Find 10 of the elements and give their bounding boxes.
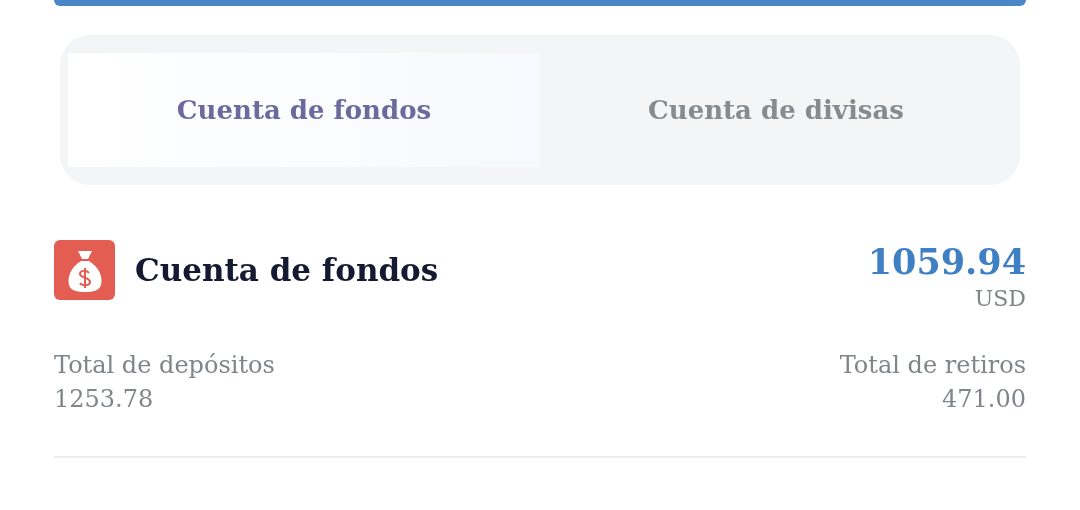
total-value: 471.00 [942, 384, 1026, 415]
total-label: Total de depósitos [54, 350, 275, 381]
currency-label: USD [974, 285, 1026, 313]
account-title: Cuenta de fondos [135, 250, 439, 290]
account-tab[interactable]: Cuenta de divisas [540, 53, 1012, 167]
total-label: Total de retiros [839, 350, 1026, 381]
balance-amount: 1059.94 [867, 240, 1026, 284]
total-value: 1253.78 [54, 384, 154, 415]
money-bag-icon [54, 240, 115, 300]
account-tab[interactable]: Cuenta de fondos [68, 53, 540, 167]
